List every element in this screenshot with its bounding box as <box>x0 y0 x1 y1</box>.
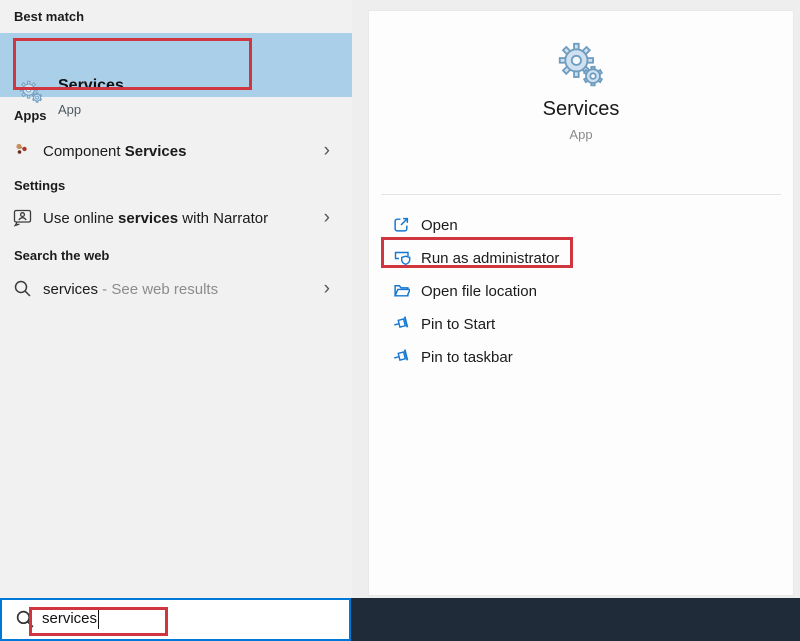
action-label: Pin to Start <box>421 316 495 333</box>
divider <box>381 194 781 195</box>
action-run-as-administrator[interactable]: Run as administrator <box>369 247 793 271</box>
best-match-header: Best match <box>14 9 84 24</box>
app-hero: Services App <box>369 11 793 142</box>
best-match-subtitle: App <box>58 102 81 117</box>
app-detail-panel: Services App Open <box>352 0 800 598</box>
text-caret <box>98 608 99 629</box>
component-services-icon <box>13 140 31 163</box>
action-label: Run as administrator <box>421 250 559 267</box>
pin-icon <box>393 315 411 336</box>
chevron-right-icon: › <box>324 279 330 299</box>
folder-icon <box>393 282 410 304</box>
result-web-search-services[interactable]: services - See web results › <box>0 276 352 306</box>
taskbar: services n <box>0 598 800 641</box>
result-narrator-services[interactable]: Use online services with Narrator › <box>0 205 352 235</box>
action-label: Open file location <box>421 283 537 300</box>
windows-start-search: Best match <box>0 0 800 641</box>
taskbar-search-input[interactable]: services <box>42 610 97 627</box>
narrator-icon <box>13 209 33 232</box>
best-match-title: Services <box>58 77 124 95</box>
settings-header: Settings <box>14 178 65 193</box>
services-gears-icon-large <box>369 41 793 94</box>
app-title: Services <box>369 98 793 121</box>
app-detail-card: Services App Open <box>368 10 794 596</box>
best-match-result-services[interactable]: Services App <box>0 33 352 97</box>
apps-header: Apps <box>14 108 47 123</box>
result-component-services[interactable]: Component Services › <box>0 138 352 168</box>
result-label: services - See web results <box>43 281 218 298</box>
search-icon <box>13 279 32 303</box>
chevron-right-icon: › <box>324 141 330 161</box>
action-pin-to-taskbar[interactable]: Pin to taskbar <box>369 346 793 370</box>
action-pin-to-start[interactable]: Pin to Start <box>369 313 793 337</box>
action-label: Open <box>421 217 458 234</box>
pin-icon <box>393 348 411 369</box>
action-open[interactable]: Open <box>369 214 793 238</box>
result-label: Use online services with Narrator <box>43 210 268 227</box>
open-icon <box>393 216 410 238</box>
services-gears-icon <box>17 79 45 110</box>
chevron-right-icon: › <box>324 208 330 228</box>
search-icon <box>15 609 35 634</box>
action-open-file-location[interactable]: Open file location <box>369 280 793 304</box>
taskbar-search-box[interactable]: services <box>0 598 351 641</box>
search-results-panel: Best match <box>0 0 352 598</box>
app-subtitle: App <box>369 127 793 142</box>
shield-icon <box>393 249 412 272</box>
action-label: Pin to taskbar <box>421 349 513 366</box>
result-label: Component Services <box>43 143 186 160</box>
search-web-header: Search the web <box>14 248 109 263</box>
